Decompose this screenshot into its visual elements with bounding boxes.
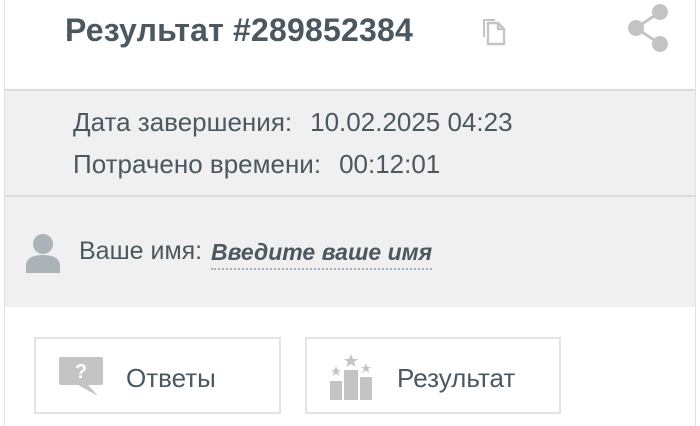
podium-stars-icon — [327, 353, 375, 401]
user-icon — [25, 233, 61, 273]
result-button[interactable]: Результат — [305, 337, 561, 414]
time-spent-row: Потрачено времени: 00:12:01 — [73, 149, 440, 180]
result-header: Результат #289852384 — [5, 0, 695, 89]
time-spent-value: 00:12:01 — [339, 149, 441, 179]
result-card: Результат #289852384 Дата завершения: 10.… — [4, 0, 696, 426]
result-title: Результат #289852384 — [65, 12, 414, 48]
share-icon[interactable] — [623, 2, 673, 56]
copy-icon[interactable] — [477, 15, 509, 47]
completion-date-label: Дата завершения: — [73, 107, 293, 137]
name-section: Ваше имя: Введите ваше имя — [5, 197, 695, 307]
name-input[interactable]: Введите ваше имя — [211, 239, 433, 270]
name-label: Ваше имя: — [79, 237, 203, 265]
completion-date-row: Дата завершения: 10.02.2025 04:23 — [73, 107, 513, 138]
time-spent-label: Потрачено времени: — [73, 149, 322, 179]
answers-button-label: Ответы — [126, 363, 216, 393]
result-button-label: Результат — [397, 363, 516, 393]
answers-button[interactable]: ? Ответы — [34, 337, 281, 414]
question-bubble-icon: ? — [58, 355, 104, 397]
result-info: Дата завершения: 10.02.2025 04:23 Потраче… — [5, 89, 695, 197]
completion-date-value: 10.02.2025 04:23 — [310, 107, 513, 137]
svg-text:?: ? — [75, 361, 87, 383]
